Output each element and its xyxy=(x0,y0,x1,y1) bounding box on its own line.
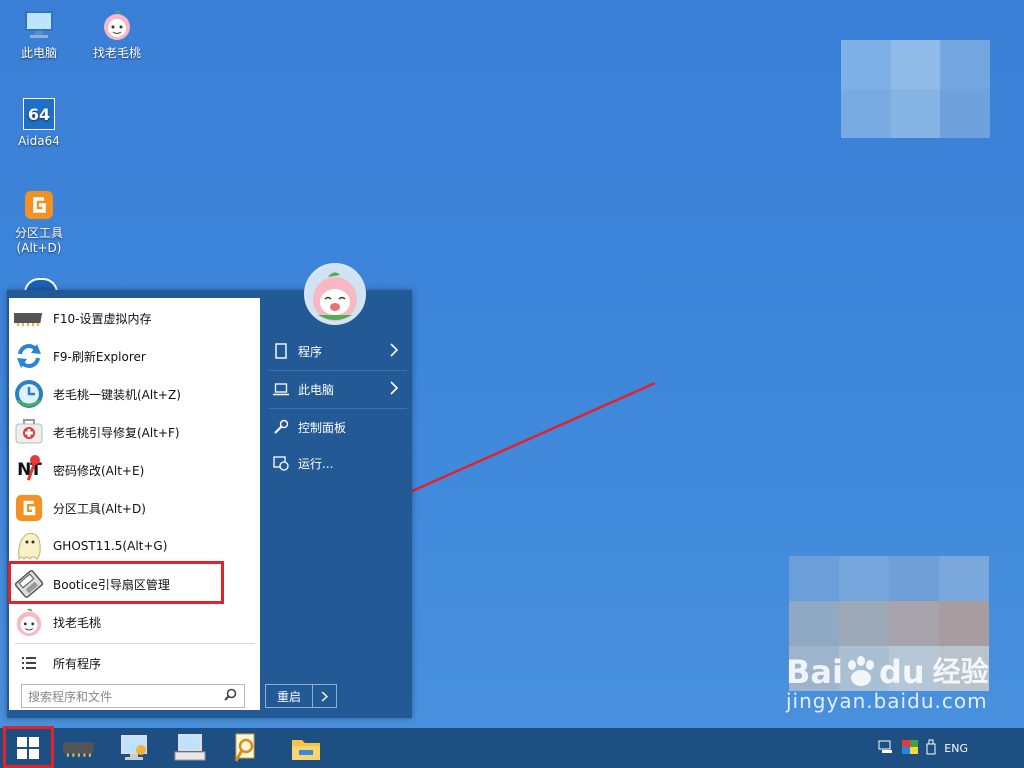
baidu-jingyan-watermark: Bai du 经验 jingyan.baidu.com xyxy=(786,655,989,713)
desktop-icon-this-pc[interactable]: 此电脑 xyxy=(7,8,71,61)
restart-options-chevron-icon[interactable] xyxy=(313,685,336,707)
desktop-icon-label: 找老毛桃 xyxy=(92,46,141,60)
search-input[interactable]: 搜索程序和文件 xyxy=(21,684,245,708)
desktop-icon-aida64[interactable]: 64 Aida64 xyxy=(7,98,71,149)
network-computer-icon xyxy=(121,735,147,760)
right-item-programs[interactable]: 程序 xyxy=(267,333,405,369)
system-tray: ENG xyxy=(878,728,1024,768)
partition-tool-icon xyxy=(22,188,56,222)
document-icon xyxy=(272,342,290,360)
watermark-cn: 经验 xyxy=(932,655,989,688)
program-item-one-click-install[interactable]: 老毛桃一键装机(Alt+Z) xyxy=(9,375,260,413)
right-item-control-panel[interactable]: 控制面板 xyxy=(267,409,405,445)
desktop-icon-label: 分区工具 (Alt+D) xyxy=(14,226,63,255)
watermark-brand-suffix: du xyxy=(878,653,925,691)
program-list-divider xyxy=(15,643,255,644)
password-ntpw-icon: NT xyxy=(13,454,45,486)
program-item-password-change[interactable]: NT 密码修改(Alt+E) xyxy=(9,451,260,489)
all-programs-item[interactable]: 所有程序 xyxy=(9,648,260,678)
user-avatar[interactable] xyxy=(304,263,366,325)
aida64-badge: 64 xyxy=(27,104,51,124)
right-item-label: 控制面板 xyxy=(298,420,347,435)
start-menu-program-list: F10-设置虚拟内存 F9-刷新Explorer 老毛桃一键装机(Alt+Z) … xyxy=(9,298,260,710)
wrench-icon xyxy=(272,418,290,436)
laptop-icon xyxy=(272,380,290,398)
search-icon[interactable] xyxy=(224,688,244,704)
program-item-virtual-memory[interactable]: F10-设置虚拟内存 xyxy=(9,299,260,337)
program-item-boot-repair[interactable]: 老毛桃引导修复(Alt+F) xyxy=(9,413,260,451)
search-document-icon xyxy=(234,733,255,762)
start-menu: F10-设置虚拟内存 F9-刷新Explorer 老毛桃一键装机(Alt+Z) … xyxy=(7,290,412,718)
right-item-label: 程序 xyxy=(298,344,323,359)
desktop-icon-label: 此电脑 xyxy=(20,46,57,60)
memory-chip-icon xyxy=(63,742,95,757)
blurred-area-top-right xyxy=(841,40,990,138)
peach-mascot-icon xyxy=(306,265,364,323)
first-aid-kit-icon xyxy=(13,416,45,448)
program-item-label: F9-刷新Explorer xyxy=(53,349,146,364)
program-item-label: 密码修改(Alt+E) xyxy=(53,463,145,478)
highlight-bootice-item xyxy=(8,561,224,604)
memory-chip-icon xyxy=(13,302,45,334)
display-color-icon[interactable] xyxy=(902,739,919,757)
program-item-ghost[interactable]: GHOST11.5(Alt+G) xyxy=(9,527,260,565)
usb-drive-icon[interactable] xyxy=(926,739,936,758)
program-item-label: 老毛桃一键装机(Alt+Z) xyxy=(53,387,181,402)
watermark-brand: Bai xyxy=(786,653,843,691)
keyboard-computer-icon xyxy=(174,734,206,761)
computer-icon xyxy=(22,8,56,42)
paw-icon xyxy=(847,656,874,686)
ghost-icon xyxy=(13,530,45,562)
program-item-find-peach[interactable]: 找老毛桃 xyxy=(9,603,260,641)
program-item-refresh-explorer[interactable]: F9-刷新Explorer xyxy=(9,337,260,375)
taskbar-keyboard-tool[interactable] xyxy=(166,728,214,768)
desktop-icon-partition-tool[interactable]: 分区工具 (Alt+D) xyxy=(7,188,71,256)
file-explorer-icon xyxy=(292,740,320,760)
desktop-icon-find-peach[interactable]: 找老毛桃 xyxy=(85,8,149,61)
aida64-icon: 64 xyxy=(23,98,55,130)
program-item-label: GHOST11.5(Alt+G) xyxy=(53,539,168,553)
taskbar-search-tool[interactable] xyxy=(222,728,270,768)
program-item-label: 找老毛桃 xyxy=(53,615,102,630)
all-programs-label: 所有程序 xyxy=(53,656,102,671)
taskbar-virtual-memory[interactable] xyxy=(56,728,104,768)
restart-button[interactable]: 重启 xyxy=(265,684,337,708)
right-item-this-pc[interactable]: 此电脑 xyxy=(267,371,405,407)
program-item-label: 老毛桃引导修复(Alt+F) xyxy=(53,425,180,440)
list-icon xyxy=(13,647,45,679)
search-placeholder: 搜索程序和文件 xyxy=(28,689,113,704)
chevron-right-icon xyxy=(390,343,399,360)
program-item-partition-tool[interactable]: 分区工具(Alt+D) xyxy=(9,489,260,527)
network-status-icon[interactable] xyxy=(878,740,894,757)
taskbar: ENG xyxy=(0,728,1024,768)
input-language[interactable]: ENG xyxy=(944,742,968,755)
right-item-run[interactable]: 运行... xyxy=(267,445,405,481)
watermark-url: jingyan.baidu.com xyxy=(786,689,988,713)
refresh-icon xyxy=(13,340,45,372)
taskbar-file-explorer[interactable] xyxy=(282,728,330,768)
taskbar-network-tool[interactable] xyxy=(110,728,158,768)
peach-logo-icon xyxy=(13,606,45,638)
partition-tool-icon xyxy=(13,492,45,524)
program-item-label: 分区工具(Alt+D) xyxy=(53,501,146,516)
run-icon xyxy=(272,454,290,472)
desktop-icon-label: Aida64 xyxy=(18,134,60,148)
peach-logo-icon xyxy=(100,8,134,42)
restart-label: 重启 xyxy=(266,685,313,707)
highlight-start-button xyxy=(3,726,54,768)
install-clock-icon xyxy=(13,378,45,410)
right-item-label: 运行... xyxy=(298,456,334,471)
chevron-right-icon xyxy=(390,381,399,398)
right-item-label: 此电脑 xyxy=(298,382,335,397)
program-item-label: F10-设置虚拟内存 xyxy=(53,311,152,326)
